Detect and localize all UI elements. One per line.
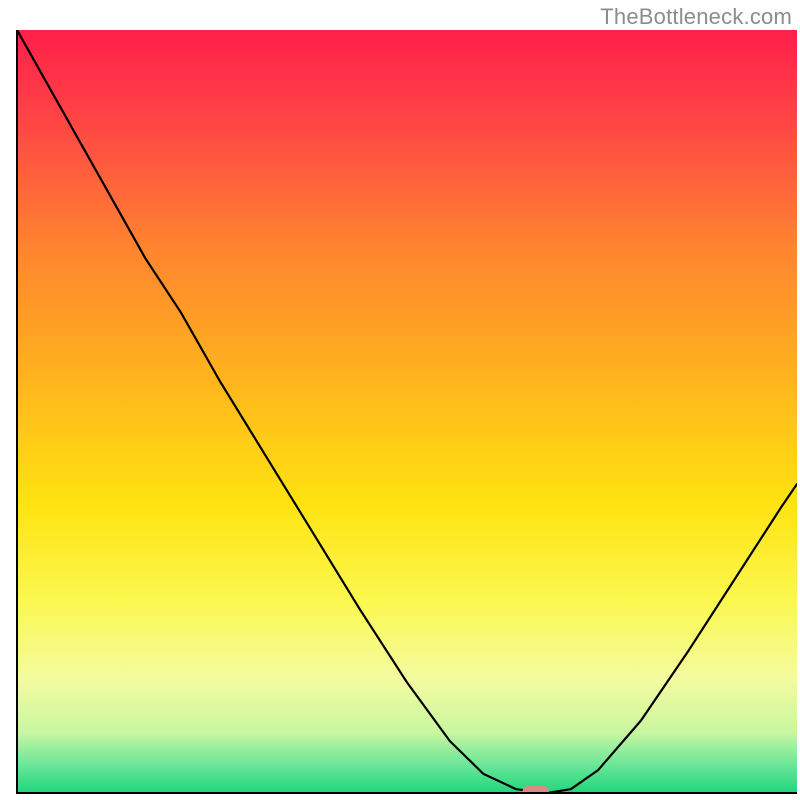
gradient-background xyxy=(17,30,797,793)
watermark-label: TheBottleneck.com xyxy=(600,4,792,30)
bottleneck-chart xyxy=(0,0,800,800)
chart-container: { "watermark": { "text": "TheBottleneck.… xyxy=(0,0,800,800)
